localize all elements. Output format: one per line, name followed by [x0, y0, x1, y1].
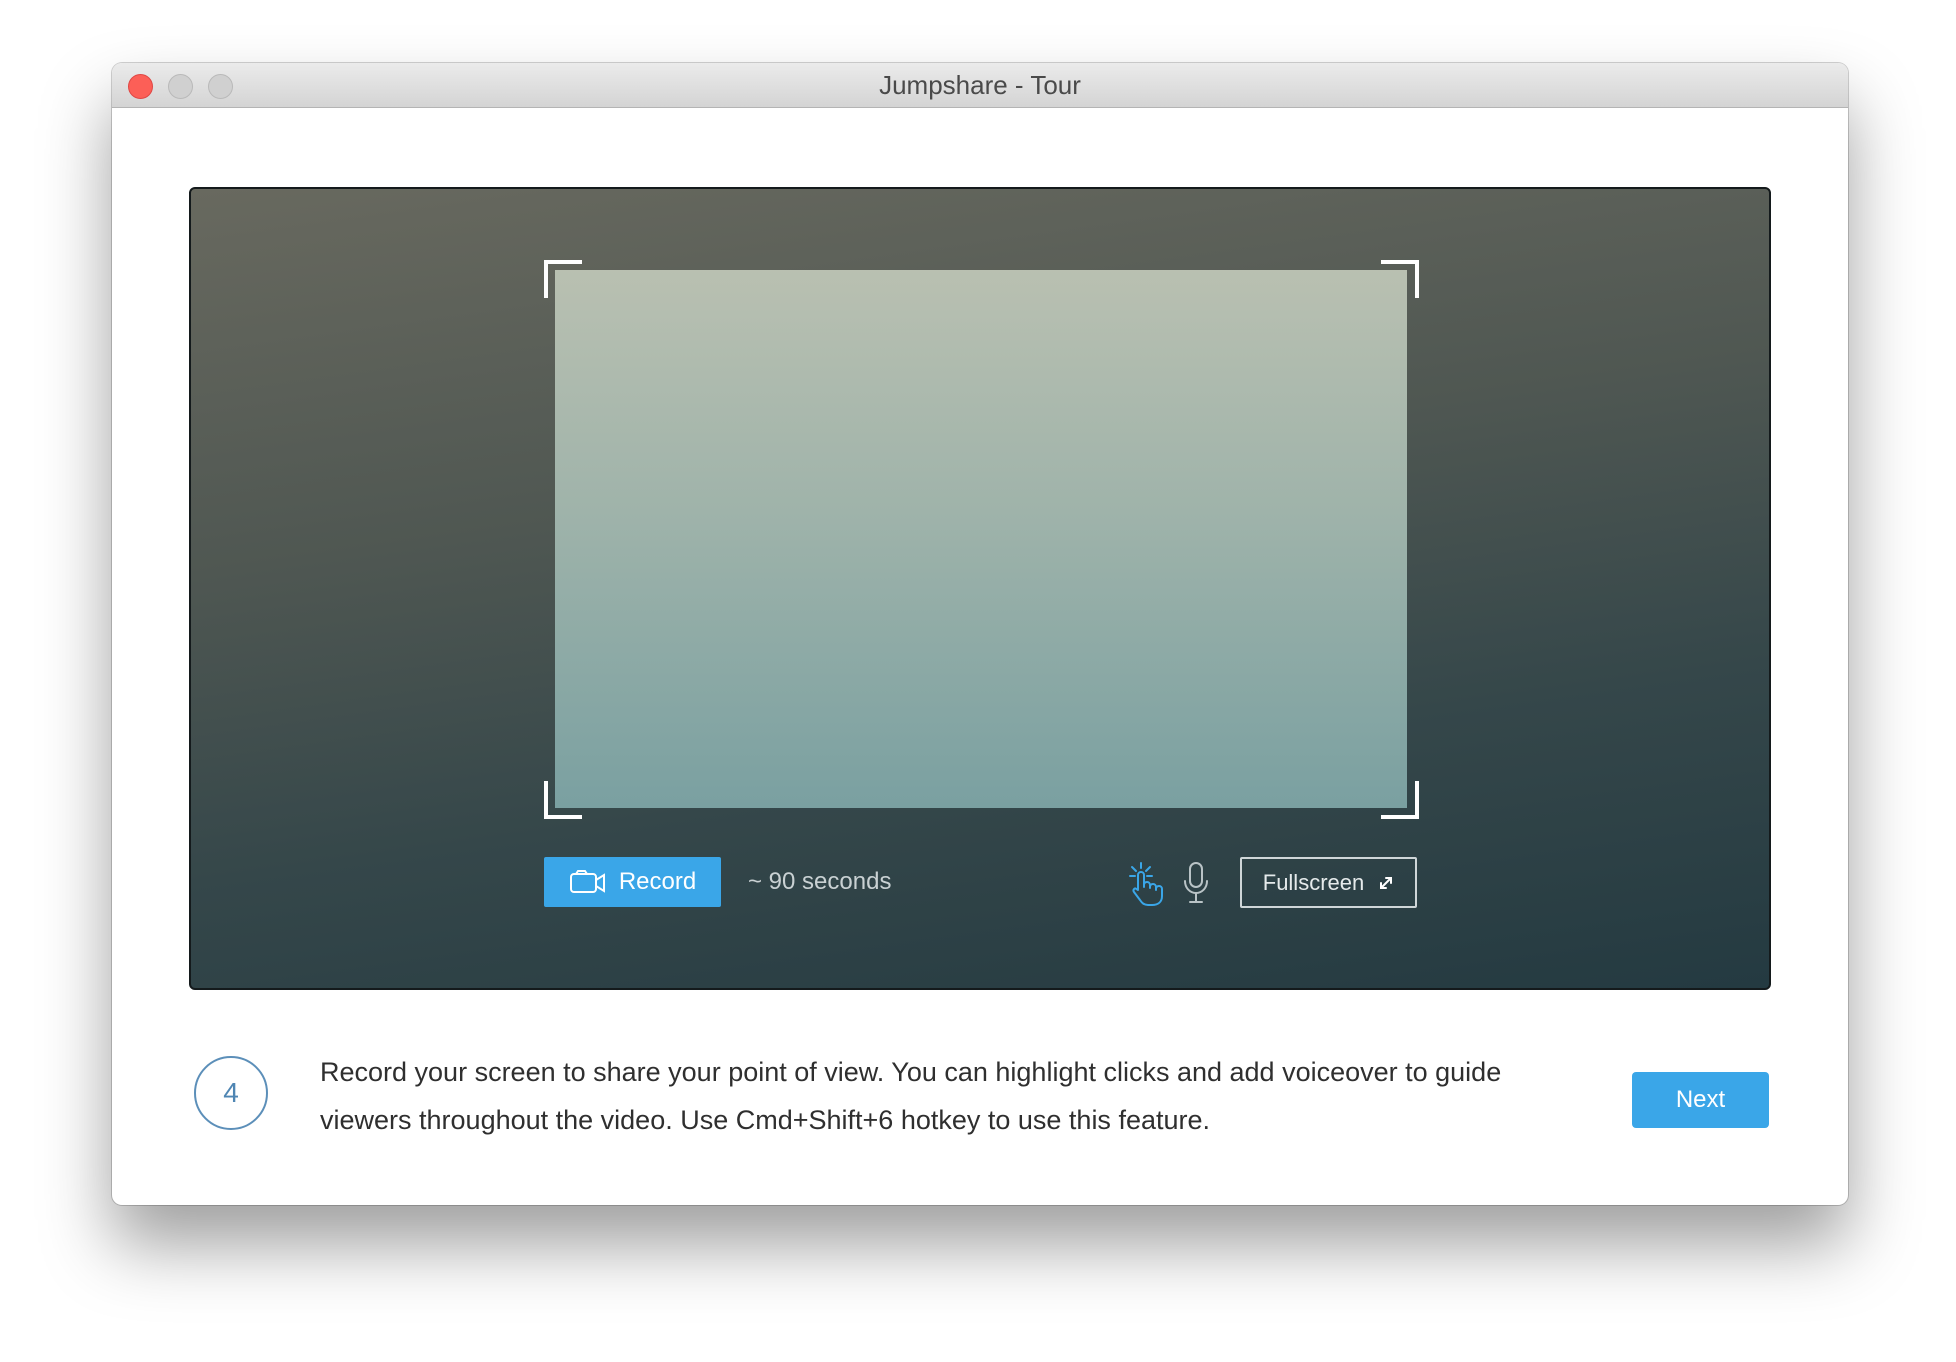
record-button[interactable]: Record [544, 857, 721, 907]
click-highlight-icon[interactable] [1127, 859, 1169, 907]
capture-corner-top-left[interactable] [544, 260, 582, 298]
step-description: Record your screen to share your point o… [320, 1048, 1540, 1144]
step-description-line-1: Record your screen to share your point o… [320, 1057, 1502, 1087]
recording-preview: Record ~ 90 seconds Fullscreen [189, 187, 1771, 990]
tour-window: Jumpshare - Tour Record ~ 90 seconds Ful… [112, 63, 1848, 1205]
microphone-icon[interactable] [1181, 861, 1211, 905]
title-bar[interactable]: Jumpshare - Tour [112, 63, 1848, 108]
video-camera-icon [569, 870, 605, 893]
step-description-line-2: viewers throughout the video. Use Cmd+Sh… [320, 1105, 1210, 1135]
fullscreen-button[interactable]: Fullscreen [1240, 857, 1417, 908]
fullscreen-button-label: Fullscreen [1262, 869, 1365, 895]
capture-corner-top-right[interactable] [1381, 260, 1419, 298]
record-button-label: Record [618, 868, 697, 895]
step-number-badge: 4 [194, 1056, 268, 1130]
capture-area [555, 270, 1407, 808]
capture-corner-bottom-right[interactable] [1381, 781, 1419, 819]
window-title: Jumpshare - Tour [879, 70, 1081, 100]
expand-icon [1380, 876, 1393, 889]
next-button[interactable]: Next [1632, 1072, 1769, 1128]
capture-corner-bottom-left[interactable] [544, 781, 582, 819]
recording-duration: ~ 90 seconds [748, 868, 892, 895]
